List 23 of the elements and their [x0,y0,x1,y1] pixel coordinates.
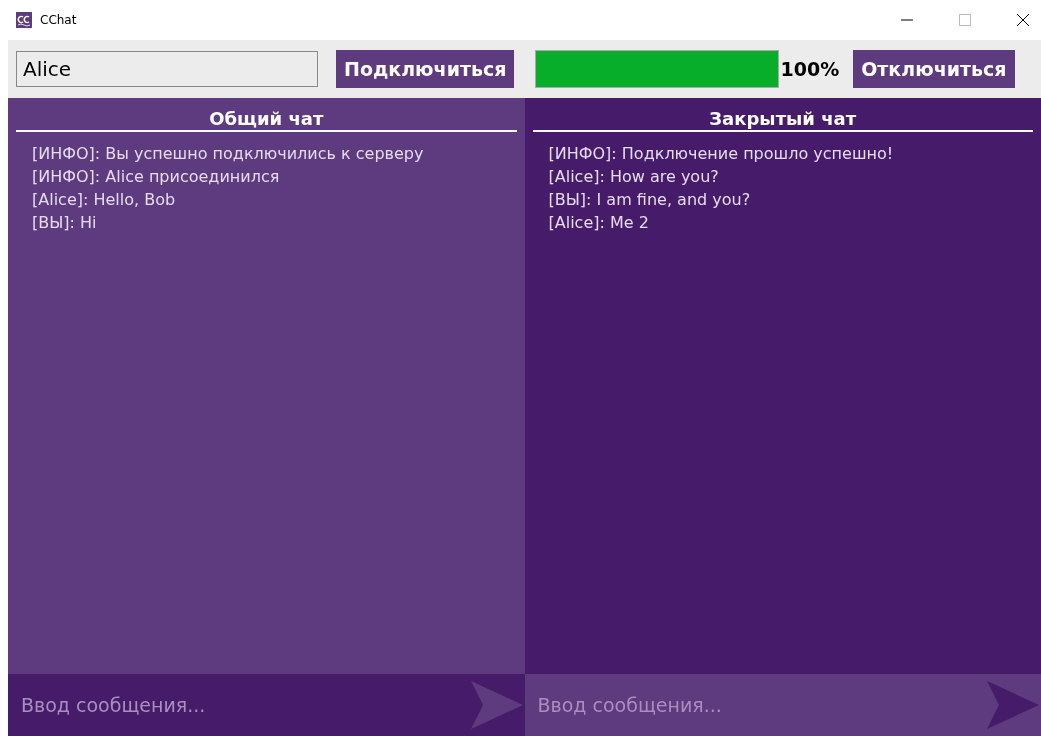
send-icon[interactable] [470,681,523,729]
connect-button[interactable]: Подключиться [336,50,515,88]
message-bar[interactable]: Ввод сообщения... [8,674,525,736]
window-title: CChat [40,13,77,27]
chat-message: [ИНФО]: Вы успешно подключились к серверу [32,143,425,165]
username-field[interactable]: Alice [16,51,318,87]
chat-message: [Alice]: Me 2 [548,212,650,234]
close-icon[interactable] [1017,14,1029,26]
progress-reading: 100% [780,58,840,80]
chat-message: [ИНФО]: Подключение прошло успешно! [548,143,895,165]
chat-message: [ИНФО]: Alice присоединился [32,166,281,188]
send-icon[interactable] [987,681,1039,729]
disconnect-button[interactable]: Отключиться [853,50,1015,88]
chat-message: [Alice]: Hello, Bob [32,189,177,211]
message-field[interactable]: Ввод сообщения... [8,693,471,717]
chat-title: Общий чат [16,108,517,132]
chat-message: [ВЫ]: Hi [32,212,98,234]
chat-message: [Alice]: How are you? [548,166,720,188]
app-logo-icon [16,12,32,28]
maximize-icon[interactable] [959,14,971,26]
message-field[interactable]: Ввод сообщения... [524,693,987,717]
chat-title: Закрытый чат [532,108,1033,132]
chat-message: [ВЫ]: I am fine, and you? [548,189,752,211]
